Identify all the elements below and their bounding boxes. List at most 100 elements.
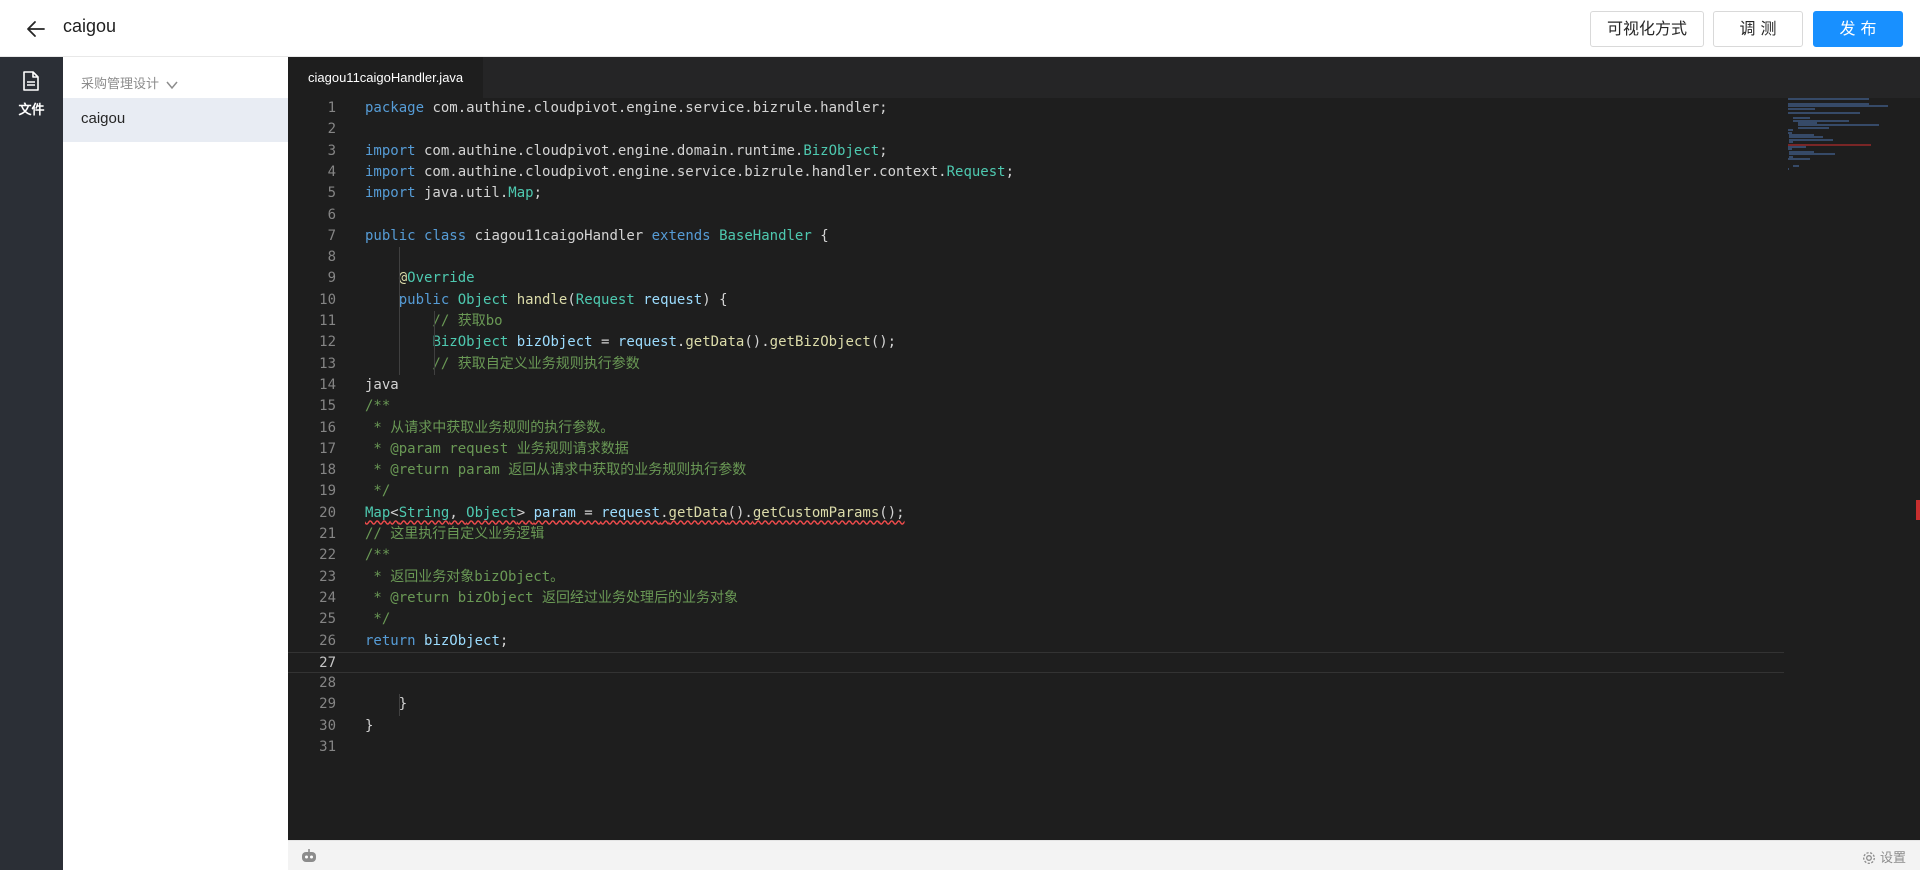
minimap-line — [1792, 165, 1800, 168]
code-text: * @return bizObject 返回经过业务处理后的业务对象 — [365, 589, 739, 606]
minimap-line — [1788, 107, 1816, 110]
code-text: // 获取自定义业务规则执行参数 — [365, 355, 640, 372]
line-number: 13 — [319, 355, 336, 372]
code-line[interactable]: 5 import java.util.Map; — [288, 183, 1784, 204]
line-number: 23 — [319, 568, 336, 585]
line-number: 30 — [319, 717, 336, 734]
code-line[interactable]: 1 package com.authine.cloudpivot.engine.s… — [288, 98, 1784, 119]
code-text: package com.authine.cloudpivot.engine.se… — [365, 100, 888, 116]
line-number: 4 — [327, 163, 336, 180]
code-text: public class ciagou11caigoHandler extend… — [365, 227, 829, 244]
line-number: 11 — [319, 313, 336, 329]
tree-folder-label: 采购管理设计 — [81, 77, 160, 92]
minimap-line — [1797, 126, 1829, 129]
code-line[interactable]: 14 java — [288, 375, 1784, 396]
line-number: 3 — [327, 142, 336, 159]
code-text: /** — [365, 547, 391, 564]
visual-mode-button[interactable]: 可视化方式 — [1590, 11, 1704, 47]
code-line[interactable]: 18 * @return param 返回从请求中获取的业务规则执行参数 — [288, 460, 1784, 481]
code-line[interactable]: 26 return bizObject; — [288, 631, 1784, 652]
line-number: 1 — [327, 100, 336, 116]
gear-icon — [1863, 852, 1875, 864]
code-text: java — [365, 376, 399, 393]
code-line[interactable]: 13 // 获取自定义业务规则执行参数 — [288, 354, 1784, 375]
line-number: 26 — [319, 632, 336, 649]
code-line[interactable]: 11 // 获取bo — [288, 311, 1784, 332]
code-line[interactable]: 23 * 返回业务对象bizObject。 — [288, 567, 1784, 588]
line-number: 20 — [319, 504, 336, 521]
code-line[interactable]: 15 /** — [288, 396, 1784, 417]
code-line[interactable]: 24 * @return bizObject 返回经过业务处理后的业务对象 — [288, 588, 1784, 609]
code-line[interactable]: 9 @Override — [288, 268, 1784, 289]
code-line[interactable]: 25 */ — [288, 609, 1784, 630]
code-line[interactable]: 10 public Object handle(Request request)… — [288, 290, 1784, 311]
code-line[interactable]: 7 public class ciagou11caigoHandler exten… — [288, 226, 1784, 247]
page-title: caigou — [63, 16, 117, 36]
code-text: return bizObject; — [365, 632, 509, 649]
code-text: * 从请求中获取业务规则的执行参数。 — [365, 419, 615, 436]
indent-guide — [399, 694, 400, 716]
back-arrow-icon[interactable] — [24, 17, 48, 41]
debug-button[interactable]: 调 测 — [1713, 11, 1803, 47]
line-number: 24 — [319, 589, 336, 606]
chevron-down-icon — [166, 81, 178, 89]
tree-file-item[interactable]: caigou — [63, 98, 288, 142]
code-text: import java.util.Map; — [365, 185, 543, 202]
rail-item-files[interactable]: 文件 — [0, 57, 63, 121]
code-line[interactable]: 8 — [288, 247, 1784, 268]
line-number: 8 — [327, 249, 336, 266]
robot-icon[interactable] — [301, 849, 317, 863]
code-line[interactable]: 22 /** — [288, 545, 1784, 566]
code-line[interactable]: 4 import com.authine.cloudpivot.engine.se… — [288, 162, 1784, 183]
line-number: 6 — [327, 206, 336, 223]
code-line[interactable]: 27 — [288, 651, 1784, 673]
code-line[interactable]: 2 — [288, 119, 1784, 140]
line-number: 2 — [327, 121, 336, 138]
code-line[interactable]: 28 — [288, 673, 1784, 694]
publish-button[interactable]: 发 布 — [1813, 11, 1903, 47]
code-area[interactable]: 1 package com.authine.cloudpivot.engine.s… — [288, 98, 1920, 840]
code-line[interactable]: 16 * 从请求中获取业务规则的执行参数。 — [288, 418, 1784, 439]
code-line[interactable]: 17 * @param request 业务规则请求数据 — [288, 439, 1784, 460]
line-number: 27 — [319, 654, 336, 671]
status-bar: 设置 — [288, 840, 1920, 870]
code-line[interactable]: 29 } — [288, 694, 1784, 715]
minimap-line — [1789, 153, 1835, 156]
tab-java-file[interactable]: ciagou11caigoHandler.java — [288, 57, 484, 98]
file-tree: 采购管理设计 caigou — [63, 57, 288, 870]
code-text: // 这里执行自定义业务逻辑 — [365, 526, 545, 542]
code-text: Map<String, Object> param = request.getD… — [365, 504, 905, 521]
line-number: 17 — [319, 440, 336, 457]
tree-folder[interactable]: 采购管理设计 — [81, 75, 179, 95]
minimap-line — [1788, 98, 1869, 100]
code-text: BizObject bizObject = request.getData().… — [432, 334, 897, 351]
top-header: caigou 可视化方式 调 测 发 布 — [0, 0, 1920, 57]
line-number: 10 — [319, 291, 336, 308]
tab-bar: ciagou11caigoHandler.java — [288, 57, 1920, 98]
line-number: 22 — [319, 547, 336, 564]
line-number: 7 — [327, 227, 336, 244]
line-number: 14 — [319, 376, 336, 393]
minimap-line — [1788, 112, 1860, 115]
minimap[interactable] — [1788, 98, 1908, 178]
code-line[interactable]: 20 Map<String, Object> param = request.ge… — [288, 503, 1784, 524]
code-text: @Override — [398, 270, 475, 287]
line-number: 16 — [319, 419, 336, 436]
code-editor[interactable]: ciagou11caigoHandler.java 1 package com.a… — [288, 57, 1920, 840]
code-text: * 返回业务对象bizObject。 — [365, 568, 565, 585]
code-line[interactable]: 30} — [288, 716, 1784, 737]
line-number: 15 — [319, 398, 336, 415]
code-line[interactable]: 3 import com.authine.cloudpivot.engine.do… — [288, 141, 1784, 162]
file-icon — [23, 71, 39, 91]
code-line[interactable]: 12 BizObject bizObject = request.getData… — [288, 332, 1784, 353]
code-text: /** — [365, 398, 391, 415]
line-number: 5 — [327, 185, 336, 202]
line-number: 28 — [319, 675, 336, 692]
code-line[interactable]: 19 */ — [288, 481, 1784, 502]
indent-guide — [434, 311, 435, 375]
code-line[interactable]: 21 // 这里执行自定义业务逻辑 — [288, 524, 1784, 545]
code-line[interactable]: 31 — [288, 737, 1784, 758]
code-line[interactable]: 6 — [288, 205, 1784, 226]
settings-button[interactable]: 设置 — [1862, 847, 1906, 866]
line-number: 19 — [319, 483, 336, 500]
